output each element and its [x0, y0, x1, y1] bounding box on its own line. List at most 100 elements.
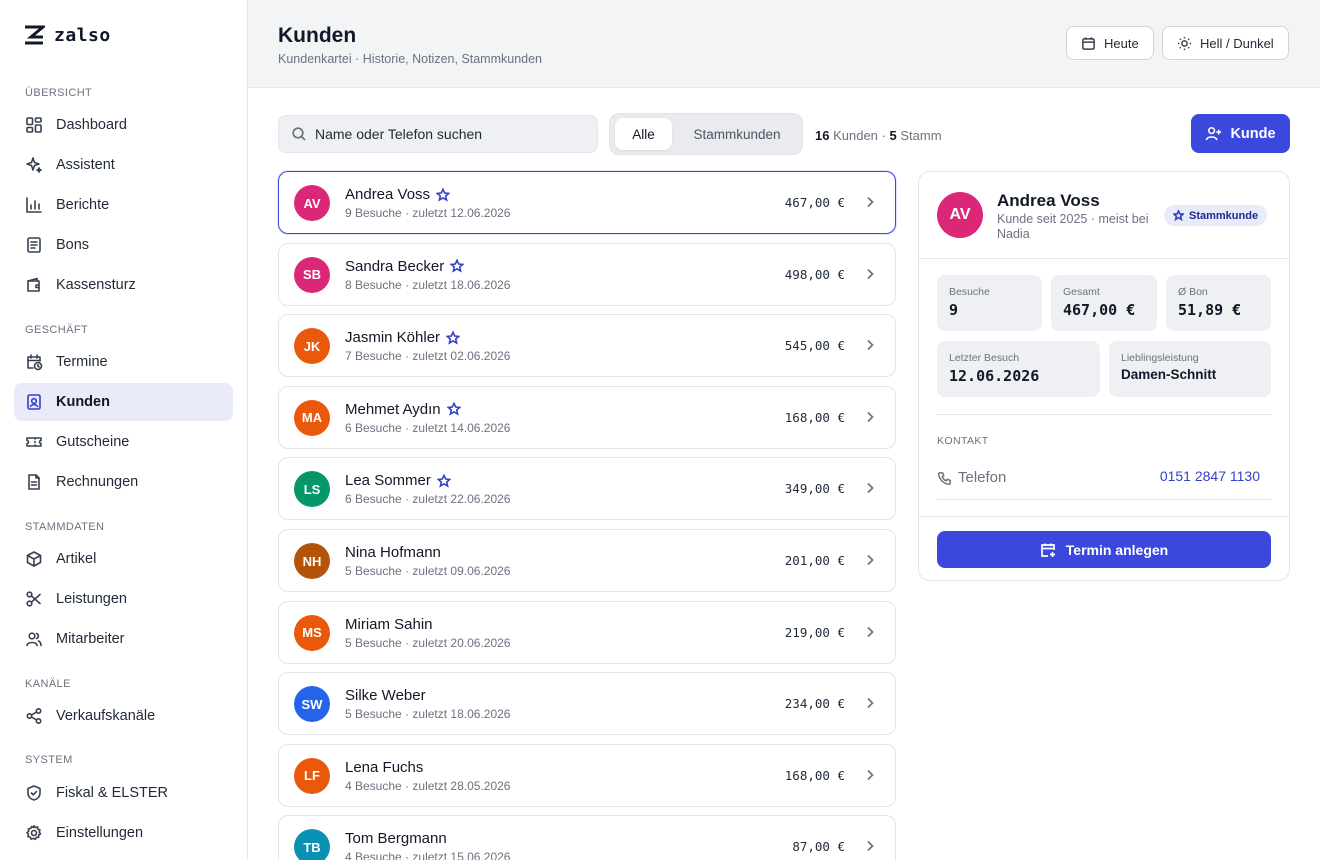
nav-item-bons[interactable]: Bons — [14, 226, 233, 264]
table-row[interactable]: MA Mehmet Aydın 6 Besuche · zuletzt 14.06.… — [278, 385, 896, 449]
nav-item-assistent[interactable]: Assistent — [14, 146, 233, 184]
customer-name-text: Jasmin Köhler — [345, 329, 441, 347]
customer-visits: 8 Besuche — [345, 277, 402, 292]
calendar-icon — [1082, 36, 1095, 50]
search-input[interactable] — [315, 126, 585, 142]
nav-item-leistungen[interactable]: Leistungen — [14, 580, 233, 618]
count-regulars-label: Stamm — [900, 128, 942, 143]
chevron-right-icon — [867, 340, 874, 351]
theme-label: Hell / Dunkel — [1200, 35, 1274, 51]
stat-value: 51,89 € — [1178, 301, 1242, 319]
customer-meta: 5 Besuche · zuletzt 09.06.2026 — [345, 564, 510, 578]
customer-visits: 7 Besuche — [345, 349, 402, 364]
customer-counts: 16 Kunden · 5 Stamm — [815, 128, 942, 143]
filter-all-tab[interactable]: Alle — [615, 118, 672, 150]
nav-item-gutscheine[interactable]: Gutscheine — [14, 423, 233, 461]
nav-item-artikel[interactable]: Artikel — [14, 540, 233, 578]
customer-name: Andrea Voss — [345, 186, 451, 203]
avatar: LS — [294, 471, 330, 508]
customer-last-date: 18.06.2026 — [450, 707, 511, 722]
customer-last-date: 14.06.2026 — [450, 420, 511, 435]
customer-last-label: · zuletzt — [405, 707, 448, 722]
stat-last-visit: Letzter Besuch 12.06.2026 — [937, 341, 1100, 397]
star-icon — [436, 473, 451, 488]
customer-total-amount: 201,00 € — [784, 553, 845, 568]
nav-item-kunden[interactable]: Kunden — [14, 383, 233, 421]
nav-label: Berichte — [56, 197, 110, 213]
box-icon — [26, 551, 42, 567]
receipt-icon — [27, 237, 41, 253]
table-row[interactable]: NH Nina Hofmann 5 Besuche · zuletzt 09.06.… — [278, 529, 896, 592]
customer-name-text: Tom Bergmann — [345, 830, 447, 848]
section-label-kanaele: KANÄLE — [25, 678, 71, 690]
search-field[interactable] — [278, 115, 598, 153]
table-row[interactable]: JK Jasmin Köhler 7 Besuche · zuletzt 02.06… — [278, 314, 896, 378]
stat-label: Lieblingsleistung — [1121, 352, 1199, 364]
table-row[interactable]: SW Silke Weber 5 Besuche · zuletzt 18.06.2… — [278, 672, 896, 736]
stat-label: Ø Bon — [1178, 286, 1208, 298]
table-row[interactable]: LF Lena Fuchs 4 Besuche · zuletzt 28.05.20… — [278, 743, 896, 807]
contact-phone-label: Telefon — [958, 469, 1007, 486]
customer-meta: 6 Besuche · zuletzt 22.06.2026 — [345, 492, 510, 506]
count-total-label: Kunden — [833, 128, 878, 143]
nav-item-fiskal[interactable]: Fiskal & ELSTER — [14, 774, 233, 812]
customer-name: Miriam Sahin — [345, 616, 433, 633]
chevron-right-icon — [867, 483, 874, 494]
zalso-logo-icon — [25, 25, 45, 45]
customer-name-text: Mehmet Aydın — [345, 400, 441, 418]
add-customer-button[interactable]: Kunde — [1191, 114, 1290, 153]
nav-item-dashboard[interactable]: Dashboard — [14, 106, 233, 144]
nav-item-einstellungen[interactable]: Einstellungen — [14, 814, 233, 852]
nav-label: Verkaufskanäle — [56, 708, 156, 724]
calendar-plus-icon — [1040, 543, 1055, 557]
create-appointment-button[interactable]: Termin anlegen — [937, 531, 1271, 568]
avatar: LF — [294, 757, 330, 794]
today-button[interactable]: Heute — [1066, 26, 1154, 60]
nav-item-mitarbeiter[interactable]: Mitarbeiter — [14, 620, 233, 658]
add-customer-label: Kunde — [1230, 125, 1276, 142]
star-icon — [450, 259, 465, 273]
table-row[interactable]: TB Tom Bergmann 4 Besuche · zuletzt 15.06.… — [278, 815, 896, 860]
customer-meta: 4 Besuche · zuletzt 15.06.2026 — [345, 850, 510, 860]
share-icon — [26, 707, 42, 725]
avatar: AV — [294, 185, 330, 221]
customer-name: Mehmet Aydın — [345, 401, 461, 418]
page-subtitle: Kundenkartei · Historie, Notizen, Stammk… — [278, 52, 543, 66]
customer-last-label: · zuletzt — [405, 564, 448, 578]
avatar: JK — [294, 328, 330, 365]
scissors-icon — [26, 591, 41, 607]
customer-name-text: Lea Sommer — [345, 472, 431, 490]
nav-label: Dashboard — [56, 117, 127, 133]
contact-phone-link[interactable]: 0151 2847 1130 — [1160, 468, 1260, 484]
customer-name: Nina Hofmann — [345, 544, 441, 561]
theme-toggle-button[interactable]: Hell / Dunkel — [1162, 26, 1289, 60]
today-label: Heute — [1104, 35, 1139, 51]
customer-visits: 4 Besuche — [345, 850, 402, 860]
nav-item-kassensturz[interactable]: Kassensturz — [14, 266, 233, 304]
customer-name-text: Sandra Becker — [345, 257, 445, 275]
customer-name-text: Andrea Voss — [345, 186, 431, 203]
customer-last-label: · zuletzt — [405, 778, 448, 793]
table-row[interactable]: MS Miriam Sahin 5 Besuche · zuletzt 20.06.… — [278, 600, 896, 664]
nav-label: Artikel — [56, 551, 97, 567]
customer-name-text: Lena Fuchs — [345, 758, 424, 776]
table-row[interactable]: AV Andrea Voss 9 Besuche · zuletzt 12.06.2… — [278, 171, 896, 234]
customer-meta: 7 Besuche · zuletzt 02.06.2026 — [345, 349, 510, 363]
nav-item-verkaufskanaele[interactable]: Verkaufskanäle — [14, 697, 233, 735]
customer-visits: 5 Besuche — [345, 635, 402, 650]
phone-icon — [937, 472, 951, 486]
filter-segmented-control: Alle Stammkunden — [609, 113, 803, 155]
user-plus-icon — [1206, 127, 1222, 141]
customer-last-label: · zuletzt — [405, 850, 448, 860]
table-row[interactable]: LS Lea Sommer 6 Besuche · zuletzt 22.06.20… — [278, 457, 896, 521]
filter-regulars-tab[interactable]: Stammkunden — [678, 118, 796, 150]
nav-item-berichte[interactable]: Berichte — [14, 186, 233, 224]
ticket-icon — [26, 437, 42, 447]
table-row[interactable]: SB Sandra Becker 8 Besuche · zuletzt 18.06… — [278, 242, 896, 306]
stat-label: Gesamt — [1063, 286, 1100, 298]
nav-item-rechnungen[interactable]: Rechnungen — [14, 463, 233, 501]
brand-logo[interactable]: zalso — [23, 24, 111, 46]
customer-name: Silke Weber — [345, 687, 426, 704]
nav-item-termine[interactable]: Termine — [14, 343, 233, 381]
stat-label: Besuche — [949, 286, 990, 298]
